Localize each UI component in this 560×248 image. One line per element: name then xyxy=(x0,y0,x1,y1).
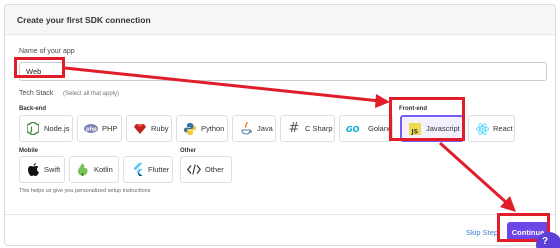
annotation-arrows xyxy=(64,66,516,212)
help-chat-icon[interactable]: ? xyxy=(536,232,560,248)
